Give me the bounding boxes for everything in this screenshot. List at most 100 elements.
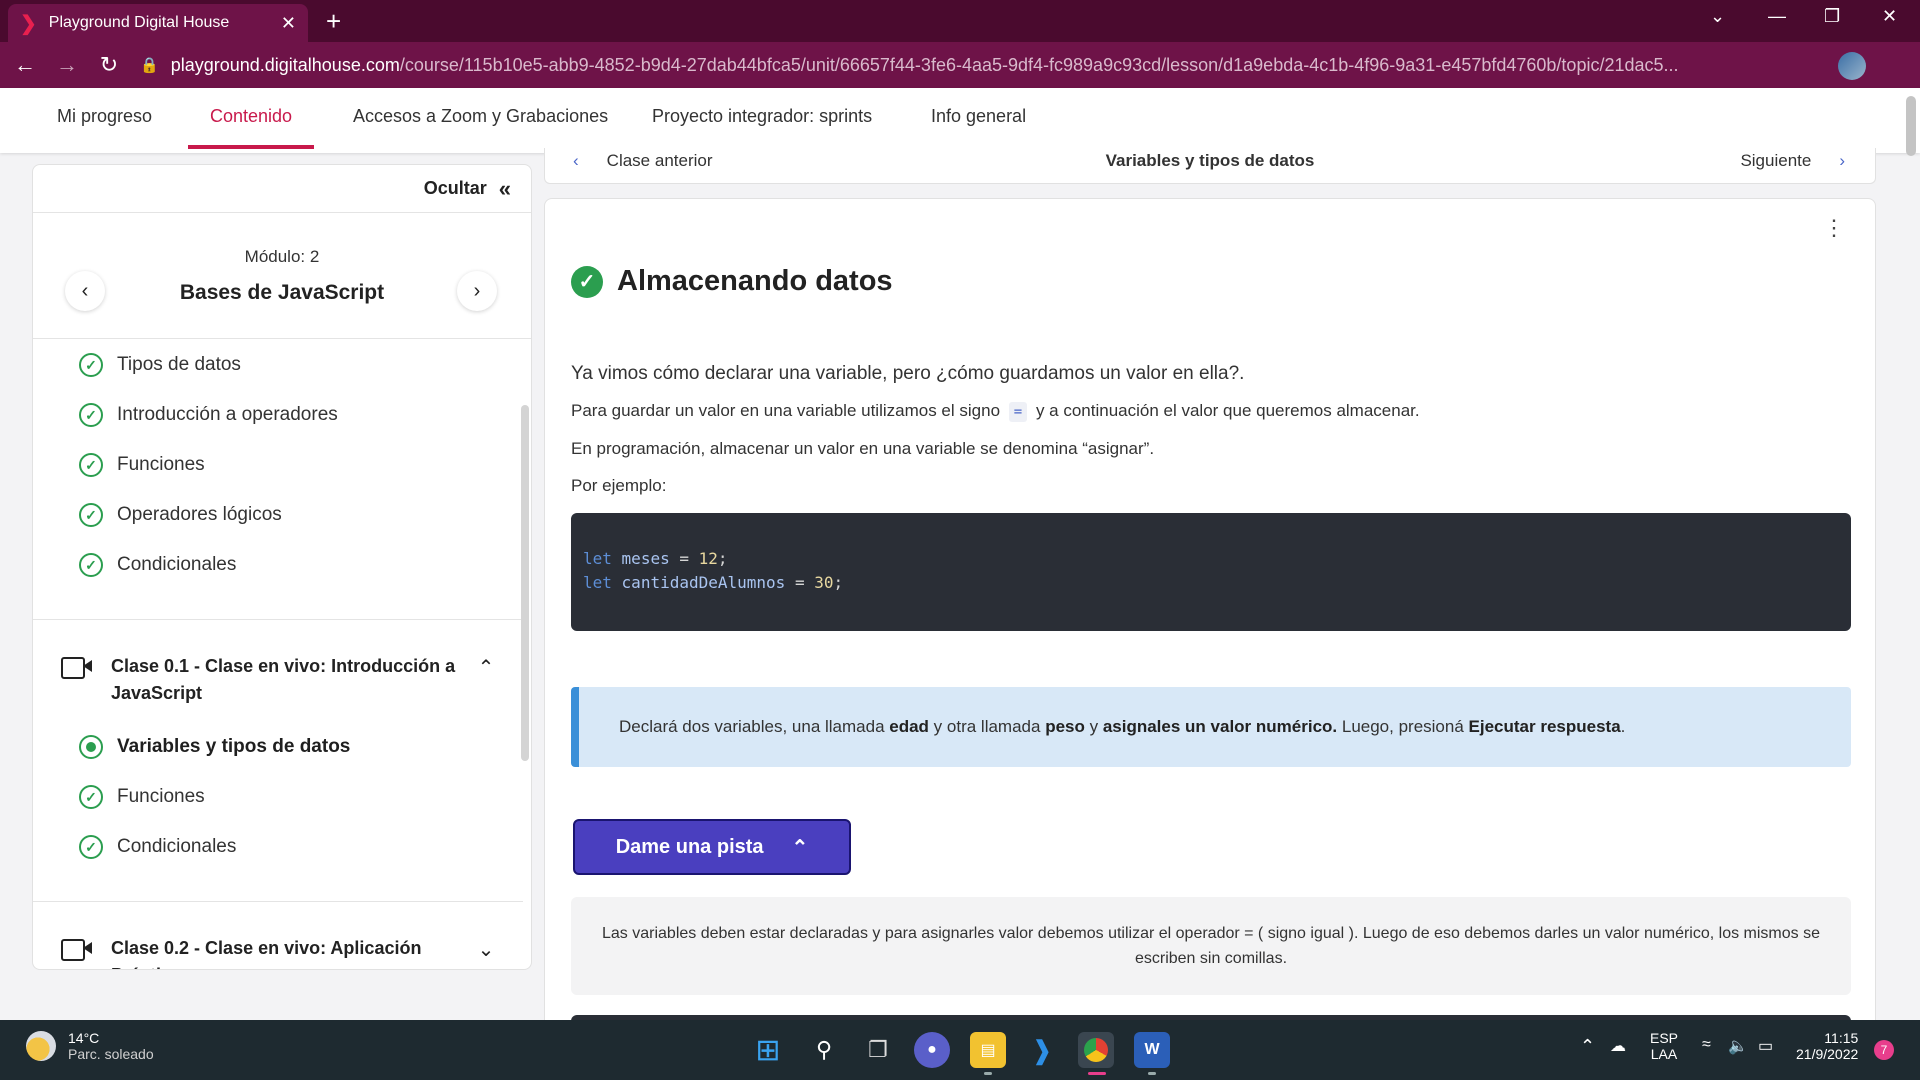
lesson-item-current[interactable]: Variables y tipos de datos: [79, 735, 350, 759]
lang-layout: LAA: [1650, 1046, 1678, 1062]
running-indicator: [984, 1072, 992, 1075]
current-lesson-icon: [79, 735, 103, 759]
video-camera-icon: [61, 939, 93, 961]
hide-sidebar-button[interactable]: Ocultar «: [33, 165, 531, 213]
paragraph: Ya vimos cómo declarar una variable, per…: [571, 363, 1245, 384]
back-icon[interactable]: ←: [8, 52, 42, 78]
text: Para guardar un valor en una variable ut…: [571, 401, 1001, 420]
code-line: let meses = 12;: [583, 547, 1839, 571]
bold-text: Ejecutar respuesta: [1468, 717, 1621, 736]
language-indicator[interactable]: ESP LAA: [1650, 1030, 1678, 1062]
chat-icon[interactable]: ●: [914, 1032, 950, 1068]
nav-info-general[interactable]: Info general: [931, 106, 1026, 127]
forward-icon[interactable]: →: [50, 52, 84, 78]
lesson-label: Introducción a operadores: [117, 404, 338, 425]
code-identifier: cantidadDeAlumnos: [621, 573, 786, 592]
chevron-up-icon: ⌃: [791, 836, 809, 859]
bold-text: asignales un valor numérico.: [1102, 717, 1338, 736]
heading-text: Almacenando datos: [617, 265, 893, 297]
text: y a continuación el valor que queremos a…: [1035, 401, 1420, 420]
chevron-down-icon[interactable]: ⌄: [471, 937, 501, 969]
code-keyword: let: [583, 549, 612, 568]
module-label: Módulo: 2: [244, 247, 320, 266]
task-view-icon[interactable]: ❐: [860, 1032, 896, 1068]
windows-start-icon[interactable]: ⊞: [750, 1032, 786, 1068]
temperature: 14°C: [68, 1030, 100, 1046]
check-circle-icon: ✓: [79, 553, 103, 577]
nav-proyecto-integrador[interactable]: Proyecto integrador: sprints: [652, 106, 872, 127]
nav-accesos-zoom[interactable]: Accesos a Zoom y Grabaciones: [353, 106, 608, 127]
date: 21/9/2022: [1796, 1046, 1859, 1062]
active-indicator: [1088, 1072, 1106, 1075]
clase-title: Clase 0.2 - Clase en vivo: Aplicación Pr…: [111, 938, 422, 969]
chrome-icon[interactable]: [1078, 1032, 1114, 1068]
hint-panel: Las variables deben estar declaradas y p…: [571, 897, 1851, 995]
search-icon[interactable]: ⚲: [806, 1032, 842, 1068]
notification-badge[interactable]: 7: [1874, 1040, 1894, 1060]
prev-module-button[interactable]: ‹: [65, 271, 105, 311]
lesson-item[interactable]: ✓ Condicionales: [79, 553, 236, 577]
page-scrollbar[interactable]: [1906, 96, 1916, 156]
lesson-item[interactable]: ✓ Funciones: [79, 785, 205, 809]
word-icon[interactable]: W: [1134, 1032, 1170, 1068]
onedrive-icon[interactable]: ☁: [1610, 1036, 1626, 1056]
profile-avatar[interactable]: [1838, 52, 1866, 80]
module-header: Módulo: 2 Bases de JavaScript ‹ ›: [33, 213, 531, 339]
next-label: Siguiente: [1740, 151, 1812, 170]
clase-0-2-header[interactable]: Clase 0.2 - Clase en vivo: Aplicación Pr…: [61, 935, 501, 969]
lesson-label: Condicionales: [117, 836, 237, 857]
paragraph: Por ejemplo:: [571, 476, 667, 495]
paragraph: Para guardar un valor en una variable ut…: [571, 401, 1420, 422]
lesson-item[interactable]: ✓ Tipos de datos: [79, 353, 241, 377]
nav-contenido[interactable]: Contenido: [210, 106, 292, 127]
battery-icon[interactable]: ▭: [1758, 1036, 1773, 1056]
next-module-button[interactable]: ›: [457, 271, 497, 311]
lesson-item[interactable]: ✓ Funciones: [79, 453, 205, 477]
next-link[interactable]: Siguiente ›: [1740, 151, 1845, 171]
address-toolbar: ← → ↻ 🔒 playground.digitalhouse.com /cou…: [0, 42, 1920, 118]
code-operator: =: [669, 549, 699, 568]
bold-text: peso: [1045, 717, 1085, 736]
weather-widget[interactable]: 14°C Parc. soleado: [26, 1030, 154, 1062]
url-bar[interactable]: 🔒 playground.digitalhouse.com /course/11…: [140, 48, 1700, 82]
course-sidebar: Ocultar « Módulo: 2 Bases de JavaScript …: [32, 164, 532, 970]
clock[interactable]: 11:15 21/9/2022: [1796, 1030, 1858, 1062]
hint-button[interactable]: Dame una pista ⌃: [573, 819, 851, 875]
chevron-up-icon[interactable]: ⌃: [471, 655, 501, 707]
favicon-icon: ❯: [20, 12, 37, 35]
lock-icon[interactable]: 🔒: [140, 56, 159, 74]
new-tab-icon[interactable]: +: [326, 6, 341, 37]
close-window-icon[interactable]: ✕: [1882, 6, 1897, 27]
code-number: 30: [814, 573, 834, 592]
lesson-item[interactable]: ✓ Condicionales: [79, 835, 236, 859]
lesson-item[interactable]: ✓ Introducción a operadores: [79, 403, 338, 427]
nav-mi-progreso[interactable]: Mi progreso: [57, 106, 152, 127]
text: y: [1084, 717, 1103, 736]
vscode-icon[interactable]: ❱: [1024, 1032, 1060, 1068]
chevron-up-icon[interactable]: ⌃: [1580, 1036, 1595, 1057]
lesson-item[interactable]: ✓ Operadores lógicos: [79, 503, 282, 527]
reload-icon[interactable]: ↻: [92, 52, 126, 78]
clase-0-1-header[interactable]: Clase 0.1 - Clase en vivo: Introducción …: [61, 653, 501, 707]
code-keyword: let: [583, 573, 612, 592]
active-tab-indicator: [188, 145, 314, 149]
check-circle-icon: ✓: [79, 353, 103, 377]
text: Declará dos variables, una llamada: [619, 717, 890, 736]
sidebar-scrollbar[interactable]: [521, 405, 529, 761]
minimize-icon[interactable]: —: [1768, 6, 1786, 27]
double-chevron-left-icon: «: [498, 175, 511, 201]
lesson-title: Variables y tipos de datos: [1105, 151, 1315, 170]
tab-search-icon[interactable]: ⌄: [1710, 6, 1725, 27]
inline-code: =: [1008, 402, 1028, 422]
code-line: let cantidadDeAlumnos = 30;: [583, 571, 1839, 595]
close-tab-icon[interactable]: ✕: [281, 13, 296, 34]
check-circle-icon: ✓: [79, 785, 103, 809]
wifi-icon[interactable]: ≈: [1702, 1036, 1711, 1054]
file-explorer-icon[interactable]: ▤: [970, 1032, 1006, 1068]
more-options-icon[interactable]: ⋮: [1823, 217, 1845, 239]
site-nav: Mi progreso Contenido Accesos a Zoom y G…: [0, 88, 1920, 153]
restore-icon[interactable]: ❐: [1824, 6, 1840, 27]
browser-tab[interactable]: ❯ Playground Digital House ✕: [8, 4, 308, 42]
volume-icon[interactable]: 🔈: [1728, 1036, 1748, 1056]
chevron-right-icon: ›: [473, 279, 481, 302]
